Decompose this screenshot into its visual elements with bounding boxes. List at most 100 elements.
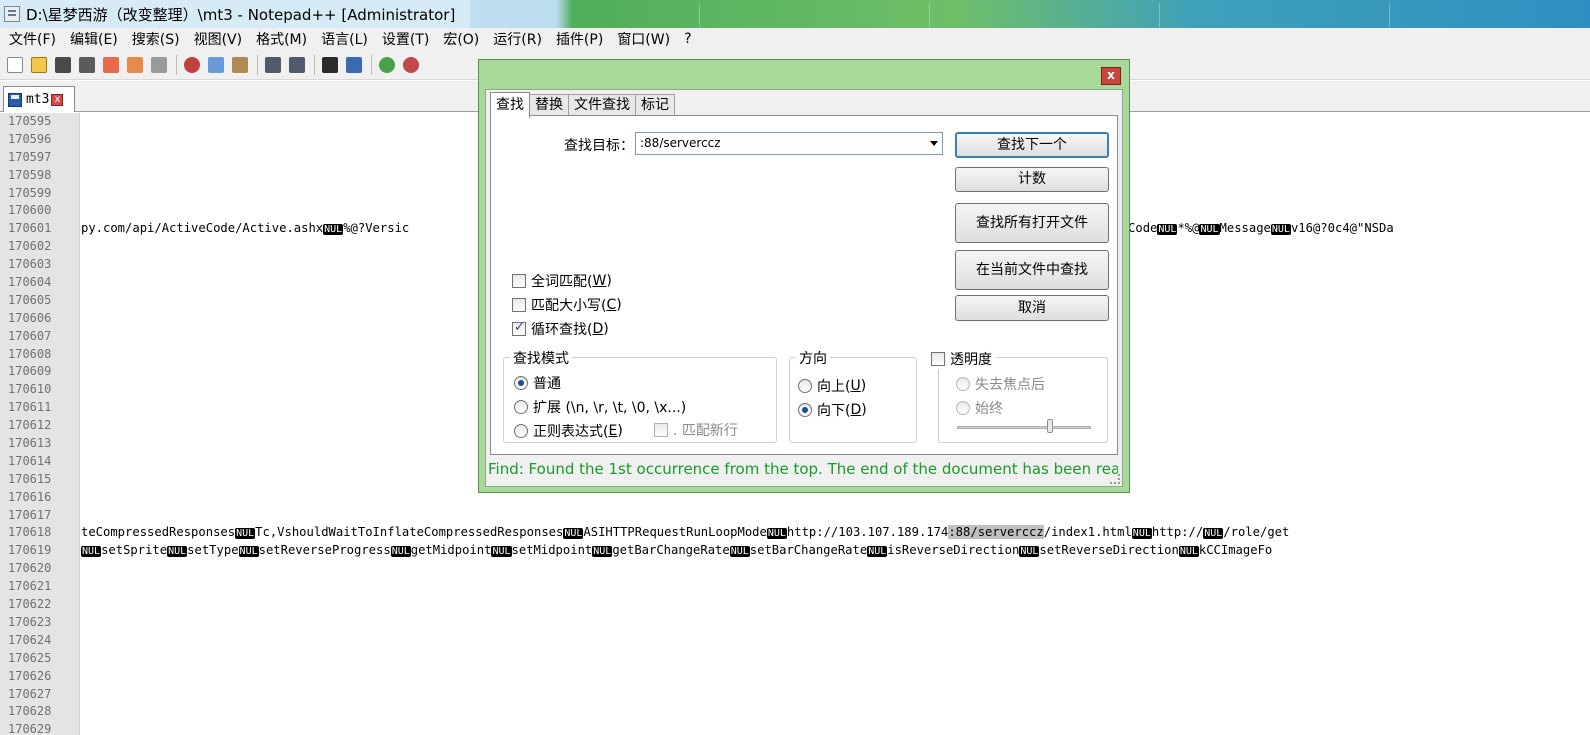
redo-icon[interactable] (286, 54, 308, 76)
normal-label: 普通 (533, 376, 561, 392)
tab-mark[interactable]: 标记 (635, 94, 675, 116)
menu-file[interactable]: 文件(F) (2, 29, 63, 49)
close-tab-icon[interactable]: x (51, 93, 64, 106)
code-line[interactable] (81, 686, 1590, 704)
title-bar: D:\星梦西游（改变整理）\mt3 - Notepad++ [Administr… (0, 0, 1590, 28)
zoom-in-icon[interactable] (376, 54, 398, 76)
dot-matches-newline-checkbox[interactable]: . 匹配新行 (654, 420, 738, 440)
cut-icon[interactable] (181, 54, 203, 76)
line-number-gutter: 170595 170596 170597 170598 170599 170600 1706… (0, 113, 80, 735)
whole-word-checkbox[interactable]: 全词匹配(W) (512, 271, 612, 291)
save-icon[interactable] (52, 54, 74, 76)
print-icon[interactable] (148, 54, 170, 76)
paste-icon[interactable] (229, 54, 251, 76)
menu-settings[interactable]: 设置(T) (375, 29, 436, 49)
menu-view[interactable]: 视图(V) (187, 29, 250, 49)
find-target-label: 查找目标： (564, 138, 634, 154)
code-line[interactable] (81, 650, 1590, 668)
copy-icon[interactable] (205, 54, 227, 76)
tab-find-in-files[interactable]: 文件查找 (568, 94, 636, 116)
transparency-checkbox[interactable]: 透明度 (931, 349, 996, 369)
code-line[interactable] (81, 721, 1590, 735)
code-line[interactable] (81, 703, 1590, 721)
background-tab[interactable] (930, 3, 1160, 27)
code-line[interactable]: NULsetSpriteNULsetTypeNULsetReverseProgr… (81, 542, 1590, 560)
chevron-down-icon[interactable] (930, 141, 938, 146)
count-button[interactable]: 计数 (955, 167, 1109, 192)
menu-edit[interactable]: 编辑(E) (63, 29, 125, 49)
checkbox-box-disabled (654, 423, 668, 437)
tab-replace[interactable]: 替换 (529, 94, 569, 116)
find-in-current-file-button[interactable]: 在当前文件中查找 (955, 250, 1109, 290)
on-lose-focus-label: 失去焦点后 (975, 377, 1045, 393)
document-tab-mt3[interactable]: mt3 x (3, 86, 75, 112)
match-case-checkbox[interactable]: 匹配大小写(C) (512, 295, 622, 315)
open-file-icon[interactable] (28, 54, 50, 76)
transparency-slider-track[interactable] (957, 426, 1091, 429)
new-file-icon[interactable] (4, 54, 26, 76)
cancel-button[interactable]: 取消 (955, 295, 1109, 321)
code-line[interactable] (81, 668, 1590, 686)
background-tab[interactable] (470, 3, 700, 27)
background-tab[interactable] (700, 3, 930, 27)
code-line[interactable]: teCompressedResponsesNULTc,VshouldWaitTo… (81, 524, 1590, 542)
find-icon[interactable] (319, 54, 341, 76)
save-all-icon[interactable] (76, 54, 98, 76)
menu-language[interactable]: 语言(L) (314, 29, 375, 49)
transparency-slider-thumb[interactable] (1047, 419, 1053, 433)
find-target-combobox[interactable]: :88/serverccz (635, 132, 943, 155)
line-number: 170595 (8, 114, 52, 128)
code-text: /index1.html (1043, 525, 1132, 540)
nul-marker: NUL (491, 546, 512, 558)
find-status-message: Find: Found the 1st occurrence from the … (488, 460, 1118, 478)
line-number: 170597 (8, 149, 52, 164)
always-radio[interactable]: 始终 (956, 398, 1003, 418)
close-all-icon[interactable] (124, 54, 146, 76)
code-line[interactable] (81, 596, 1590, 614)
direction-up-radio[interactable]: 向上(U) (798, 376, 866, 396)
menu-search[interactable]: 搜索(S) (125, 29, 187, 49)
code-text: Code (1128, 221, 1158, 236)
line-number: 170626 (8, 668, 52, 683)
menu-plugins[interactable]: 插件(P) (549, 29, 610, 49)
direction-down-radio[interactable]: 向下(D) (798, 400, 867, 420)
menu-bar: 文件(F) 编辑(E) 搜索(S) 视图(V) 格式(M) 语言(L) 设置(T… (0, 28, 1590, 50)
find-all-open-files-button[interactable]: 查找所有打开文件 (955, 203, 1109, 243)
code-line[interactable] (81, 578, 1590, 596)
on-lose-focus-radio[interactable]: 失去焦点后 (956, 374, 1045, 394)
shortcut-key: D (592, 321, 604, 337)
nul-marker: NUL (766, 528, 787, 540)
shortcut-key: U (850, 378, 861, 394)
code-line[interactable] (81, 560, 1590, 578)
floppy-save-icon (8, 92, 22, 107)
menu-window[interactable]: 窗口(W) (610, 29, 677, 49)
resize-grip-icon[interactable] (1110, 474, 1120, 484)
menu-run[interactable]: 运行(R) (486, 29, 549, 49)
line-number: 170605 (8, 292, 52, 307)
line-number: 170613 (8, 436, 52, 451)
undo-icon[interactable] (262, 54, 284, 76)
close-icon[interactable] (100, 54, 122, 76)
line-number: 170611 (8, 400, 52, 415)
find-next-button[interactable]: 查找下一个 (955, 132, 1109, 158)
menu-format[interactable]: 格式(M) (249, 29, 314, 49)
toolbar-separator (176, 54, 177, 75)
background-tab[interactable] (1160, 3, 1390, 27)
tab-find[interactable]: 查找 (490, 92, 530, 118)
line-number: 170628 (8, 704, 52, 719)
code-line[interactable] (81, 507, 1590, 525)
code-text: kCCImageFo (1198, 543, 1273, 558)
zoom-out-icon[interactable] (400, 54, 422, 76)
always-label: 始终 (975, 401, 1003, 417)
notepad-app-icon (4, 6, 20, 22)
code-line[interactable] (81, 632, 1590, 650)
wrap-around-checkbox[interactable]: 循环查找(D) (512, 319, 609, 339)
search-mode-extended-radio[interactable]: 扩展 (\n, \r, \t, \0, \x...) (514, 397, 686, 417)
dialog-close-button[interactable]: x (1101, 67, 1121, 85)
menu-help[interactable]: ? (677, 31, 698, 47)
search-mode-normal-radio[interactable]: 普通 (514, 373, 561, 393)
replace-icon[interactable] (343, 54, 365, 76)
search-mode-regex-radio[interactable]: 正则表达式(E) (514, 421, 623, 441)
code-line[interactable] (81, 614, 1590, 632)
menu-macro[interactable]: 宏(O) (436, 29, 486, 49)
